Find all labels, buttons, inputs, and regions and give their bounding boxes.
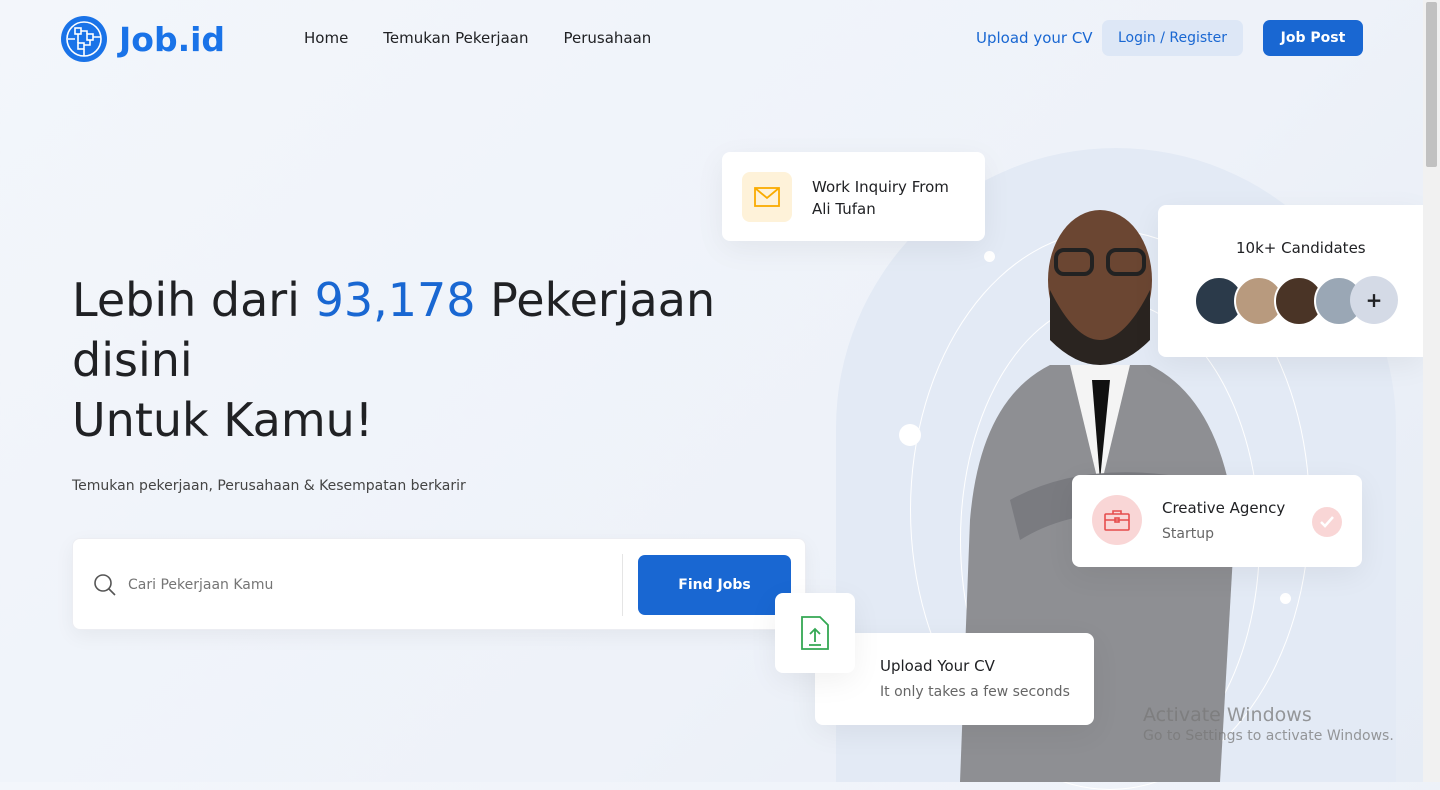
agency-title: Creative Agency: [1162, 499, 1286, 517]
nav-temukan-pekerjaan[interactable]: Temukan Pekerjaan: [383, 29, 528, 47]
network-globe-icon: [61, 16, 107, 62]
inquiry-sender: Ali Tufan: [812, 200, 876, 218]
scrollbar[interactable]: [1423, 0, 1440, 782]
nav-home[interactable]: Home: [304, 29, 348, 47]
upload-cv-link[interactable]: Upload your CV: [976, 29, 1093, 47]
search-bar: Find Jobs: [72, 538, 806, 630]
scrollbar-thumb[interactable]: [1426, 2, 1437, 167]
check-icon: [1312, 507, 1342, 537]
login-register-button[interactable]: Login / Register: [1102, 20, 1243, 56]
nav-perusahaan[interactable]: Perusahaan: [564, 29, 652, 47]
brand-name: Job.id: [119, 19, 226, 59]
hero-subtitle: Temukan pekerjaan, Perusahaan & Kesempat…: [72, 478, 466, 494]
more-candidates-button[interactable]: +: [1350, 276, 1398, 324]
decor-dot: [1280, 593, 1291, 604]
job-post-button[interactable]: Job Post: [1263, 20, 1363, 56]
search-input[interactable]: [128, 569, 608, 601]
windows-watermark: Activate Windows Go to Settings to activ…: [1143, 704, 1394, 744]
inquiry-line1: Work Inquiry From: [812, 178, 949, 196]
file-upload-icon: [775, 593, 855, 673]
upload-cv-card[interactable]: Upload Your CV It only takes a few secon…: [815, 633, 1094, 725]
work-inquiry-card: Work Inquiry From Ali Tufan: [722, 152, 985, 241]
find-jobs-button[interactable]: Find Jobs: [638, 555, 791, 615]
agency-subtitle: Startup: [1162, 526, 1214, 542]
upload-subtitle: It only takes a few seconds: [880, 684, 1070, 700]
top-nav: Job.id Home Temukan Pekerjaan Perusahaan…: [0, 0, 1423, 78]
briefcase-icon: [1092, 495, 1142, 545]
candidates-card: 10k+ Candidates +: [1158, 205, 1423, 357]
search-icon: [93, 573, 117, 601]
decor-dot: [899, 424, 921, 446]
logo[interactable]: Job.id: [61, 16, 225, 62]
upload-title: Upload Your CV: [880, 657, 995, 675]
divider: [622, 554, 623, 616]
envelope-icon: [742, 172, 792, 222]
creative-agency-card: Creative Agency Startup: [1072, 475, 1362, 567]
candidates-title: 10k+ Candidates: [1236, 239, 1366, 257]
hero-title: Lebih dari 93,178 Pekerjaan disini Untuk …: [72, 273, 716, 447]
job-count: 93,178: [314, 273, 476, 327]
